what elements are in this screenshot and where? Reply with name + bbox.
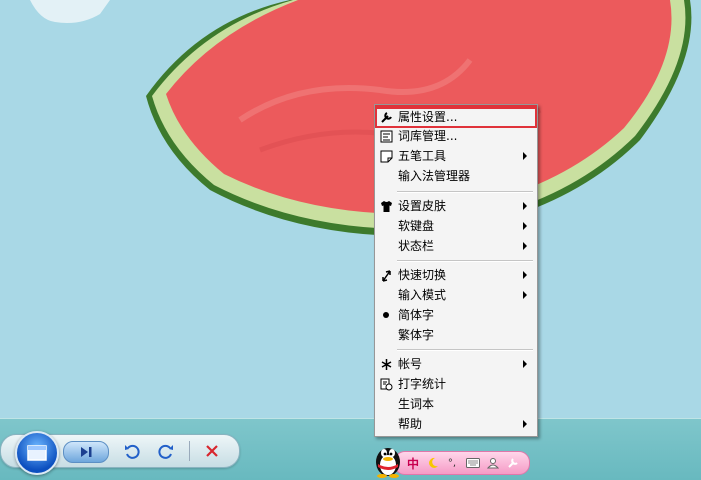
menu-item-label: 打字统计 bbox=[398, 377, 447, 391]
menu-item-label: 属性设置... bbox=[398, 110, 458, 124]
wrench-icon[interactable] bbox=[505, 454, 521, 472]
menu-item-simplified[interactable]: 简体字 bbox=[376, 306, 536, 325]
menu-item-label: 生词本 bbox=[398, 397, 435, 411]
menu-item-label: 帮助 bbox=[398, 417, 423, 431]
redo-icon bbox=[158, 444, 173, 459]
menu-item-properties[interactable]: 属性设置... bbox=[375, 107, 537, 128]
menu-item-input-mode[interactable]: 输入模式 bbox=[376, 286, 536, 305]
redo-button[interactable] bbox=[155, 441, 177, 461]
menu-item-label: 词库管理... bbox=[398, 129, 458, 143]
submenu-arrow-icon bbox=[523, 420, 527, 428]
menu-item-label: 快速切换 bbox=[398, 268, 447, 282]
moon-icon[interactable] bbox=[425, 454, 441, 472]
undo-icon bbox=[125, 444, 140, 459]
menu-item-soft-keyboard[interactable]: 软键盘 bbox=[376, 217, 536, 236]
menu-item-typing-stats[interactable]: 打字统计 bbox=[376, 375, 536, 394]
menu-separator bbox=[397, 260, 533, 262]
ime-status-bar[interactable]: 中 °, bbox=[394, 451, 530, 475]
menu-item-label: 繁体字 bbox=[398, 328, 435, 342]
penguin-logo-icon[interactable] bbox=[372, 440, 404, 478]
menu-separator bbox=[397, 191, 533, 193]
menu-item-quick-switch[interactable]: 快速切换 bbox=[376, 266, 536, 285]
user-icon[interactable] bbox=[485, 454, 501, 472]
menu-item-status-bar[interactable]: 状态栏 bbox=[376, 237, 536, 256]
menu-item-label: 输入模式 bbox=[398, 288, 447, 302]
submenu-arrow-icon bbox=[523, 360, 527, 368]
menu-item-help[interactable]: 帮助 bbox=[376, 415, 536, 434]
menu-accent-line bbox=[375, 105, 537, 107]
account-icon bbox=[379, 357, 393, 371]
submenu-arrow-icon bbox=[523, 271, 527, 279]
submenu-arrow-icon bbox=[523, 222, 527, 230]
menu-item-vocabulary[interactable]: 生词本 bbox=[376, 395, 536, 414]
undo-button[interactable] bbox=[121, 441, 143, 461]
menu-item-dictionary[interactable]: 词库管理... bbox=[376, 127, 536, 146]
close-button[interactable] bbox=[201, 441, 223, 461]
desktop-wallpaper bbox=[0, 0, 701, 479]
close-icon bbox=[206, 445, 218, 457]
menu-item-skin[interactable]: 设置皮肤 bbox=[376, 197, 536, 216]
submenu-arrow-icon bbox=[523, 291, 527, 299]
menu-item-label: 帐号 bbox=[398, 357, 423, 371]
menu-separator bbox=[397, 349, 533, 351]
stats-icon bbox=[379, 377, 393, 391]
menu-item-label: 输入法管理器 bbox=[398, 169, 471, 183]
player-divider bbox=[189, 441, 190, 461]
note-icon bbox=[379, 149, 393, 163]
tshirt-icon bbox=[379, 199, 393, 213]
keyboard-icon[interactable] bbox=[465, 454, 481, 472]
menu-item-label: 设置皮肤 bbox=[398, 199, 447, 213]
window-button[interactable] bbox=[15, 431, 59, 475]
switch-icon bbox=[379, 268, 393, 282]
menu-item-traditional[interactable]: 繁体字 bbox=[376, 326, 536, 345]
ime-context-menu: 属性设置... 词库管理... 五笔工具 输入法管理器 设置皮肤 软键盘 状态栏 bbox=[374, 104, 538, 437]
menu-item-label: 状态栏 bbox=[398, 239, 435, 253]
menu-item-wubi-tools[interactable]: 五笔工具 bbox=[376, 147, 536, 166]
media-player-bar bbox=[0, 431, 240, 475]
window-icon bbox=[27, 445, 47, 461]
menu-item-account[interactable]: 帐号 bbox=[376, 355, 536, 374]
chinese-mode-toggle[interactable]: 中 bbox=[405, 454, 421, 472]
submenu-arrow-icon bbox=[523, 152, 527, 160]
menu-item-label: 软键盘 bbox=[398, 219, 435, 233]
submenu-arrow-icon bbox=[523, 242, 527, 250]
menu-item-ime-manager[interactable]: 输入法管理器 bbox=[376, 167, 536, 186]
menu-item-label: 五笔工具 bbox=[398, 149, 447, 163]
wrench-icon bbox=[379, 110, 393, 124]
next-track-icon bbox=[81, 447, 92, 457]
submenu-arrow-icon bbox=[523, 202, 527, 210]
menu-item-label: 简体字 bbox=[398, 308, 435, 322]
punctuation-toggle[interactable]: °, bbox=[443, 454, 461, 472]
bullet-icon bbox=[379, 308, 393, 322]
next-track-button[interactable] bbox=[63, 441, 109, 463]
dictionary-icon bbox=[379, 129, 393, 143]
